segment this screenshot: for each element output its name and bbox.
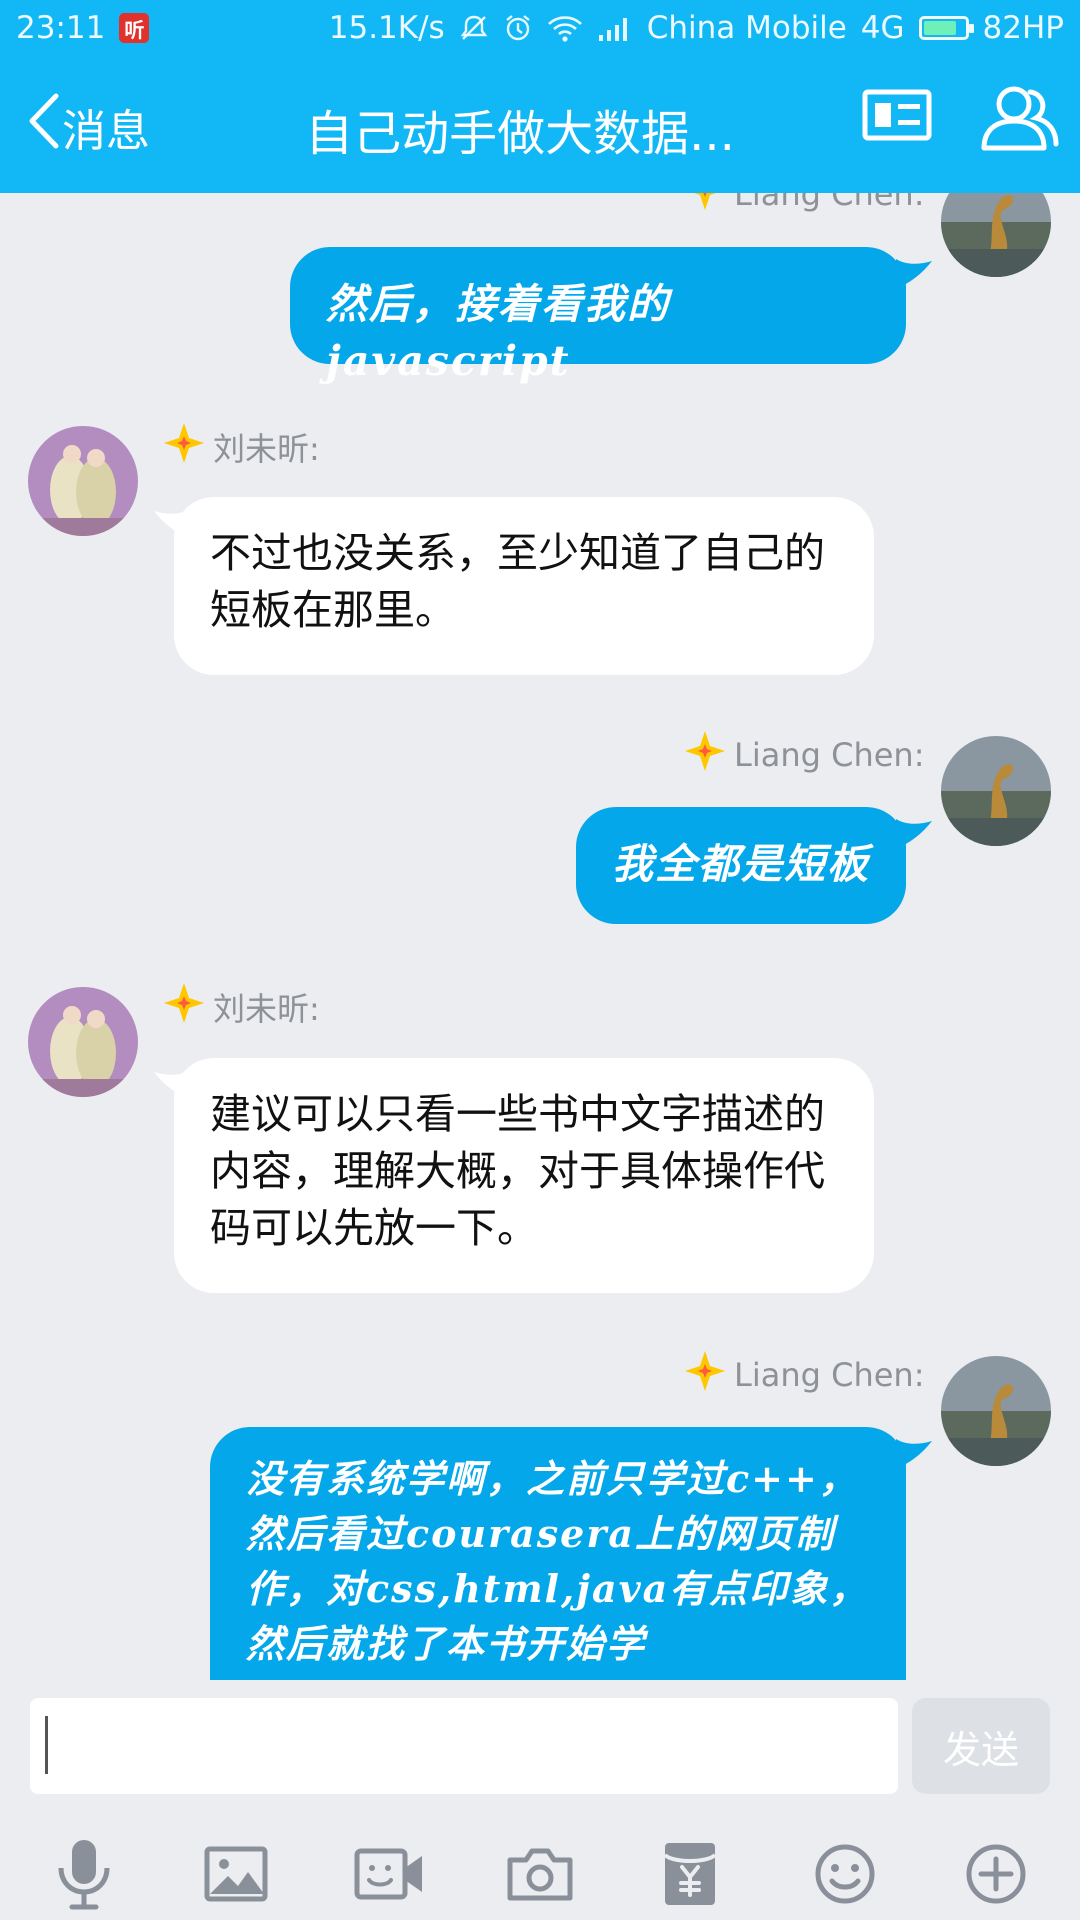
sender-name-text: Liang Chen: <box>734 193 925 213</box>
sender-name: 刘未昕: <box>163 982 320 1032</box>
battery-level <box>923 21 956 35</box>
bubble-tail <box>896 259 932 289</box>
profile-card-icon <box>862 89 932 150</box>
page-title: 自己动手做大数据... <box>305 106 735 162</box>
wifi-icon <box>547 13 583 43</box>
sender-name: Liang Chen: <box>684 730 924 780</box>
sparkle-badge-icon <box>163 982 205 1032</box>
mute-icon <box>459 13 489 43</box>
microphone-icon <box>54 1838 114 1914</box>
sender-name-text: Liang Chen: <box>734 736 925 774</box>
emoji-button[interactable] <box>805 1838 885 1914</box>
group-members-button[interactable] <box>980 82 1060 156</box>
sender-name-text: Liang Chen: <box>734 1356 925 1394</box>
sparkle-badge-icon <box>684 1350 726 1400</box>
title-bar: 消息 自己动手做大数据... <box>0 56 1080 193</box>
plus-icon <box>965 1843 1027 1909</box>
back-button[interactable]: 消息 <box>26 92 150 161</box>
app-notification-badge: 听 <box>119 13 150 43</box>
video-call-icon <box>354 1846 426 1906</box>
send-button[interactable]: 发送 <box>912 1698 1050 1794</box>
emoji-icon <box>814 1843 876 1909</box>
chevron-left-icon <box>26 92 60 161</box>
sparkle-badge-icon <box>163 422 205 472</box>
sparkle-badge-icon <box>684 730 726 780</box>
status-bar: 23:11 听 15.1K/s China Mobile 4G 82HP <box>0 0 1080 56</box>
sender-name: Liang Chen: <box>684 193 924 219</box>
image-icon <box>204 1846 268 1906</box>
camera-icon <box>507 1846 573 1906</box>
sparkle-badge-icon <box>684 193 726 219</box>
battery-text: 82HP <box>982 10 1064 46</box>
avatar[interactable] <box>941 193 1051 277</box>
alarm-icon <box>503 13 533 43</box>
sender-name: 刘未昕: <box>163 422 320 472</box>
sender-name-text: 刘未昕: <box>213 430 320 468</box>
message-bubble[interactable]: 建议可以只看一些书中文字描述的内容，理解大概，对于具体操作代码可以先放一下。 <box>174 1058 874 1293</box>
carrier-name: China Mobile <box>646 10 847 46</box>
voice-button[interactable] <box>44 1838 124 1914</box>
message-bubble[interactable]: 没有系统学啊，之前只学过c++，然后看过courasera上的网页制作，对css… <box>210 1427 906 1680</box>
camera-button[interactable] <box>500 1838 580 1914</box>
bubble-tail <box>154 1070 190 1100</box>
message-bubble[interactable]: 不过也没关系，至少知道了自己的短板在那里。 <box>174 497 874 675</box>
bubble-tail <box>154 509 190 539</box>
sender-name-text: 刘未昕: <box>213 990 320 1028</box>
avatar[interactable] <box>941 1356 1051 1466</box>
red-packet-button[interactable] <box>650 1838 730 1914</box>
composer-bar: 发送 <box>0 1680 1080 1920</box>
message-bubble[interactable]: 我全都是短板 <box>576 807 906 924</box>
network-type: 4G <box>860 10 905 46</box>
photo-button[interactable] <box>196 1838 276 1914</box>
text-caret <box>45 1716 48 1774</box>
chat-area[interactable]: Liang Chen: 然后，接着看我的javascript 刘未昕: 不过也没… <box>0 193 1080 1680</box>
composer-toolbar <box>0 1828 1080 1920</box>
bubble-tail <box>896 819 932 849</box>
video-call-button[interactable] <box>350 1838 430 1914</box>
red-packet-icon <box>662 1841 718 1911</box>
message-bubble[interactable]: 然后，接着看我的javascript <box>290 247 906 385</box>
status-time: 23:11 <box>16 10 106 46</box>
network-speed: 15.1K/s <box>328 10 445 46</box>
message-input[interactable] <box>30 1698 898 1794</box>
bubble-tail <box>896 1439 932 1469</box>
back-label: 消息 <box>62 105 150 157</box>
avatar[interactable] <box>941 736 1051 846</box>
signal-icon <box>597 13 633 43</box>
battery-icon <box>918 16 974 40</box>
avatar[interactable] <box>28 426 138 536</box>
profile-card-button[interactable] <box>862 86 932 150</box>
sender-name: Liang Chen: <box>684 1350 924 1400</box>
top-bar: 23:11 听 15.1K/s China Mobile 4G 82HP 消息 … <box>0 0 1080 193</box>
group-members-icon <box>980 86 1060 156</box>
avatar[interactable] <box>28 987 138 1097</box>
more-button[interactable] <box>956 1838 1036 1914</box>
